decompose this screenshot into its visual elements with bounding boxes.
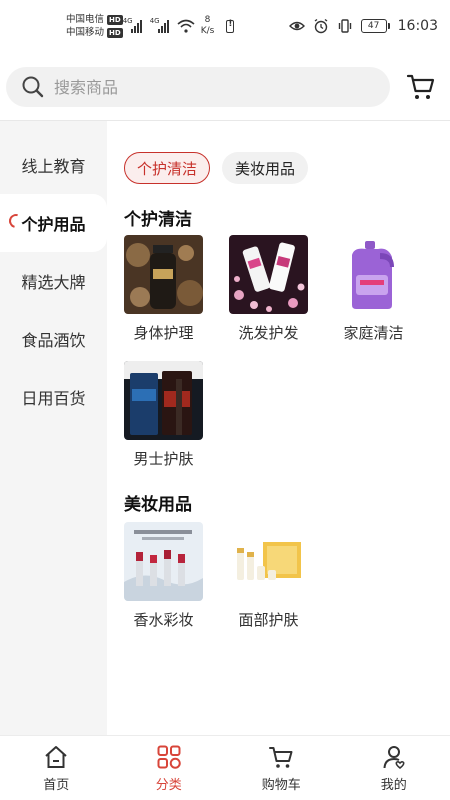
category-tile-label: 家庭清洁 xyxy=(343,324,404,342)
battery-icon: 47 xyxy=(360,19,390,33)
carrier-name: 中国移动 xyxy=(66,27,105,38)
nav-profile[interactable]: 我的 xyxy=(338,736,450,800)
profile-icon xyxy=(383,745,405,769)
search-bar[interactable] xyxy=(6,67,390,107)
home-icon xyxy=(45,745,67,768)
category-tile-body-care[interactable]: 身体护理 xyxy=(124,235,229,343)
search-icon xyxy=(22,76,44,98)
nav-category[interactable]: 分类 xyxy=(113,736,226,800)
category-tile-label: 男士护肤 xyxy=(133,450,194,468)
bottom-nav: 首页 分类 购物车 我的 xyxy=(0,735,450,800)
sidebar-item-personal-care[interactable]: 个护用品 xyxy=(0,194,107,252)
category-tile-home-cleaning[interactable]: 家庭清洁 xyxy=(334,235,439,343)
lipsticks-image xyxy=(124,522,203,601)
face-care-set-image xyxy=(229,522,308,601)
status-bar: 中国电信HD 中国移动HD 4G 4G 8K/s 47 16:03 xyxy=(0,0,450,52)
sidebar-item-label: 个护用品 xyxy=(21,215,86,234)
category-tile-label: 身体护理 xyxy=(133,324,194,342)
mens-skincare-tubes-image xyxy=(124,361,203,440)
signal-icon: 4G xyxy=(123,17,142,33)
vibrate-icon xyxy=(338,19,351,33)
category-icon xyxy=(157,745,181,769)
sidebar-item-food-drinks[interactable]: 食品酒饮 xyxy=(0,310,107,368)
network-speed: 8 K/s xyxy=(200,15,215,36)
product-grid: 香水彩妆 面部护肤 xyxy=(124,522,439,630)
nav-home[interactable]: 首页 xyxy=(0,736,113,800)
hd-badge: HD xyxy=(107,14,123,25)
battery-alert-icon xyxy=(226,19,235,33)
body-wash-bottle-image xyxy=(124,235,203,314)
sidebar-item-label: 精选大牌 xyxy=(21,273,86,292)
nav-label: 首页 xyxy=(43,777,70,793)
sidebar-item-label: 线上教育 xyxy=(21,157,86,176)
sidebar-item-label: 食品酒饮 xyxy=(21,331,86,350)
sidebar-item-online-education[interactable]: 线上教育 xyxy=(0,136,107,194)
cart-icon xyxy=(269,746,293,768)
section-title: 个护清洁 xyxy=(124,210,192,230)
sidebar-item-daily-goods[interactable]: 日用百货 xyxy=(0,368,107,426)
category-content: 个护清洁 美妆用品 个护清洁 身体护理 洗发护发 家庭清洁 男士护肤 美妆用品 … xyxy=(107,135,450,735)
nav-label: 分类 xyxy=(155,777,182,793)
shampoo-bottles-image xyxy=(229,235,308,314)
tab-beauty[interactable]: 美妆用品 xyxy=(222,152,309,184)
category-tile-label: 香水彩妆 xyxy=(133,611,194,629)
category-tile-label: 洗发护发 xyxy=(238,324,299,342)
eye-icon xyxy=(288,21,305,31)
signal-icon: 4G xyxy=(150,17,169,33)
hd-badge: HD xyxy=(107,27,123,38)
sidebar-item-featured-brands[interactable]: 精选大牌 xyxy=(0,252,107,310)
clock: 16:03 xyxy=(397,18,438,34)
search-input[interactable] xyxy=(54,77,354,97)
carrier-name: 中国电信 xyxy=(66,14,105,25)
nav-label: 我的 xyxy=(380,777,407,793)
nav-label: 购物车 xyxy=(261,777,301,793)
cart-icon[interactable] xyxy=(406,72,436,102)
section-title: 美妆用品 xyxy=(124,495,192,515)
product-grid: 身体护理 洗发护发 家庭清洁 男士护肤 xyxy=(124,235,439,469)
subcategory-tabs: 个护清洁 美妆用品 xyxy=(124,152,309,184)
sidebar-item-label: 日用百货 xyxy=(21,389,86,408)
category-sidebar: 线上教育 个护用品 精选大牌 食品酒饮 日用百货 xyxy=(0,121,107,735)
category-tile-hair-care[interactable]: 洗发护发 xyxy=(229,235,334,343)
carrier-info: 中国电信 HD 中国移动 HD xyxy=(66,13,123,39)
category-tile-perfume-makeup[interactable]: 香水彩妆 xyxy=(124,522,229,630)
category-tile-face-care[interactable]: 面部护肤 xyxy=(229,522,334,630)
alarm-icon xyxy=(314,18,328,34)
laundry-detergent-image xyxy=(334,235,413,314)
tab-personal-cleaning[interactable]: 个护清洁 xyxy=(124,152,211,184)
category-tile-label: 面部护肤 xyxy=(238,611,299,629)
category-tile-mens-skincare[interactable]: 男士护肤 xyxy=(124,361,229,469)
nav-cart[interactable]: 购物车 xyxy=(225,736,338,800)
wifi-icon xyxy=(177,19,195,33)
